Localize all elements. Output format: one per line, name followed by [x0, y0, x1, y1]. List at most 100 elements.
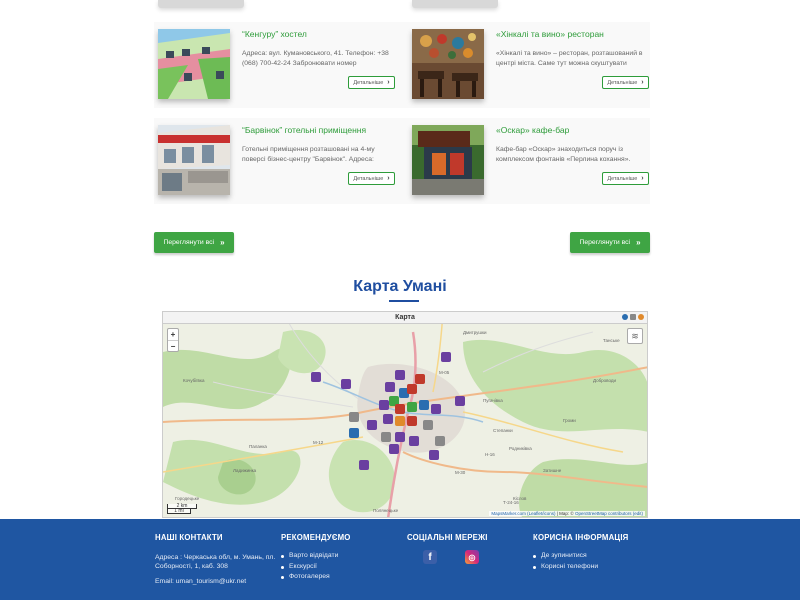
map-label: Степанки	[493, 428, 513, 433]
details-button[interactable]: Детальніше ›	[602, 76, 649, 89]
footer-link[interactable]: Корисні телефони	[533, 563, 629, 570]
map-marker[interactable]	[407, 384, 417, 394]
map-canvas[interactable]: Дмитрушки Танське Доброводи Кочубіївка П…	[163, 312, 648, 518]
facebook-icon[interactable]: f	[423, 550, 437, 564]
map-title-bar: Карта	[163, 312, 647, 324]
chevron-right-icon: ›	[387, 79, 390, 86]
map-marker[interactable]	[381, 432, 391, 442]
listing-card: «Оскар» кафе-бар Кафе-бар «Оскар» знаход…	[412, 121, 649, 207]
chevron-right-icon: ›	[641, 175, 644, 182]
osm-link[interactable]: OpenStreetMap contributors (edit)	[575, 511, 643, 516]
listing-title[interactable]: “Кенгуру” хостел	[242, 29, 307, 39]
map-marker[interactable]	[367, 420, 377, 430]
map-label: Танське	[603, 338, 620, 343]
details-button[interactable]: Детальніше ›	[348, 76, 395, 89]
listing-photo[interactable]	[158, 29, 230, 99]
map-marker[interactable]	[431, 404, 441, 414]
map-marker[interactable]	[395, 432, 405, 442]
map-marker[interactable]	[423, 420, 433, 430]
listing-photo[interactable]	[412, 125, 484, 195]
map-marker[interactable]	[379, 400, 389, 410]
site-footer: НАШІ КОНТАКТИ Адреса : Черкаська обл, м.…	[0, 519, 800, 600]
map-marker[interactable]	[385, 382, 395, 392]
map-marker[interactable]	[441, 352, 451, 362]
footer-link[interactable]: Екскурсії	[281, 563, 351, 570]
map-marker[interactable]	[395, 404, 405, 414]
map-marker[interactable]	[407, 402, 417, 412]
map-marker[interactable]	[383, 414, 393, 424]
map-label: Затишне	[543, 468, 562, 473]
footer-address: Адреса : Черкаська обл, м. Умань, пл. Со…	[155, 554, 276, 570]
footer-useful: КОРИСНА ІНФОРМАЦІЯ Де зупинитися Корисні…	[533, 533, 629, 573]
fullscreen-icon[interactable]	[630, 314, 636, 320]
zoom-in-button[interactable]: +	[168, 329, 178, 341]
footer-heading: СОЦІАЛЬНІ МЕРЕЖІ	[407, 533, 488, 542]
map-marker[interactable]	[407, 416, 417, 426]
map-label: Т-24-16	[503, 500, 519, 505]
map-marker[interactable]	[311, 372, 321, 382]
details-button-label: Детальніше	[353, 79, 384, 86]
map-label: Кочубіївка	[183, 378, 205, 383]
instagram-icon[interactable]: ◎	[465, 550, 479, 564]
footer-heading: НАШІ КОНТАКТИ	[155, 533, 223, 542]
footer-heading: КОРИСНА ІНФОРМАЦІЯ	[533, 533, 629, 542]
footer-contacts: НАШІ КОНТАКТИ Адреса : Черкаська обл, м.…	[155, 533, 280, 586]
view-all-label: Переглянути всі	[163, 239, 215, 246]
view-all-button[interactable]: Переглянути всі »	[570, 232, 650, 253]
details-button[interactable]: Детальніше ›	[602, 172, 649, 185]
map-marker[interactable]	[455, 396, 465, 406]
map-label: Пугачівка	[483, 398, 503, 403]
footer-recommend: РЕКОМЕНДУЄМО Варто відвідати Екскурсії Ф…	[281, 533, 351, 584]
footer-email[interactable]: Email: uman_tourism@ukr.net	[155, 577, 280, 586]
double-chevron-right-icon: »	[636, 238, 641, 247]
listing-description: «Хінкалі та вино» – ресторан, розташован…	[496, 50, 643, 67]
map-window-controls	[622, 314, 644, 320]
listing-description: Готельні приміщення розташовані на 4-му …	[242, 146, 375, 163]
listing-photo[interactable]	[412, 29, 484, 99]
map-marker[interactable]	[429, 450, 439, 460]
scale-mi: 1 mi	[167, 509, 191, 514]
listing-title[interactable]: “Барвінок” готельні приміщення	[242, 125, 366, 135]
footer-link[interactable]: Фотогалерея	[281, 573, 351, 580]
zoom-out-button[interactable]: −	[168, 341, 178, 353]
map-widget[interactable]: Дмитрушки Танське Доброводи Кочубіївка П…	[162, 311, 648, 518]
footer-heading: РЕКОМЕНДУЄМО	[281, 533, 351, 542]
map-label: Родниківка	[509, 446, 532, 451]
layers-icon[interactable]: ≋	[627, 328, 643, 344]
map-marker[interactable]	[349, 412, 359, 422]
map-marker[interactable]	[395, 370, 405, 380]
footer-link[interactable]: Де зупинитися	[533, 552, 629, 559]
map-label: Городецьке	[175, 496, 200, 501]
listing-card: “Кенгуру” хостел Адреса: вул. Кумановськ…	[158, 25, 395, 111]
attribution-link[interactable]: MapsMarker.com (Leaflet/icons)	[491, 511, 555, 516]
map-title: Карта	[395, 314, 415, 321]
view-all-button[interactable]: Переглянути всі »	[154, 232, 234, 253]
map-marker[interactable]	[389, 444, 399, 454]
chevron-right-icon: ›	[641, 79, 644, 86]
details-button[interactable]: Детальніше ›	[348, 172, 395, 185]
listing-title[interactable]: «Хінкалі та вино» ресторан	[496, 29, 604, 39]
listing-title[interactable]: «Оскар» кафе-бар	[496, 125, 569, 135]
listing-photo[interactable]	[158, 125, 230, 195]
footer-link[interactable]: Варто відвідати	[281, 552, 351, 559]
previous-card-image	[412, 0, 498, 8]
view-all-label: Переглянути всі	[579, 239, 631, 246]
map-label: М-12	[313, 440, 324, 445]
previous-card-image	[158, 0, 244, 8]
map-marker[interactable]	[415, 374, 425, 384]
footer-social: СОЦІАЛЬНІ МЕРЕЖІ	[407, 533, 488, 542]
zoom-control: + −	[167, 328, 179, 352]
map-marker[interactable]	[409, 436, 419, 446]
details-button-label: Детальніше	[607, 175, 638, 182]
map-label: Громи	[563, 418, 576, 423]
map-marker[interactable]	[435, 436, 445, 446]
globe-icon[interactable]	[622, 314, 628, 320]
map-marker[interactable]	[349, 428, 359, 438]
map-marker[interactable]	[341, 379, 351, 389]
map-marker[interactable]	[419, 400, 429, 410]
map-attribution: MapsMarker.com (Leaflet/icons) | Map: © …	[489, 511, 645, 516]
rss-icon[interactable]	[638, 314, 644, 320]
recommend-list: Варто відвідати Екскурсії Фотогалерея	[281, 552, 351, 580]
map-marker[interactable]	[395, 416, 405, 426]
map-marker[interactable]	[359, 460, 369, 470]
